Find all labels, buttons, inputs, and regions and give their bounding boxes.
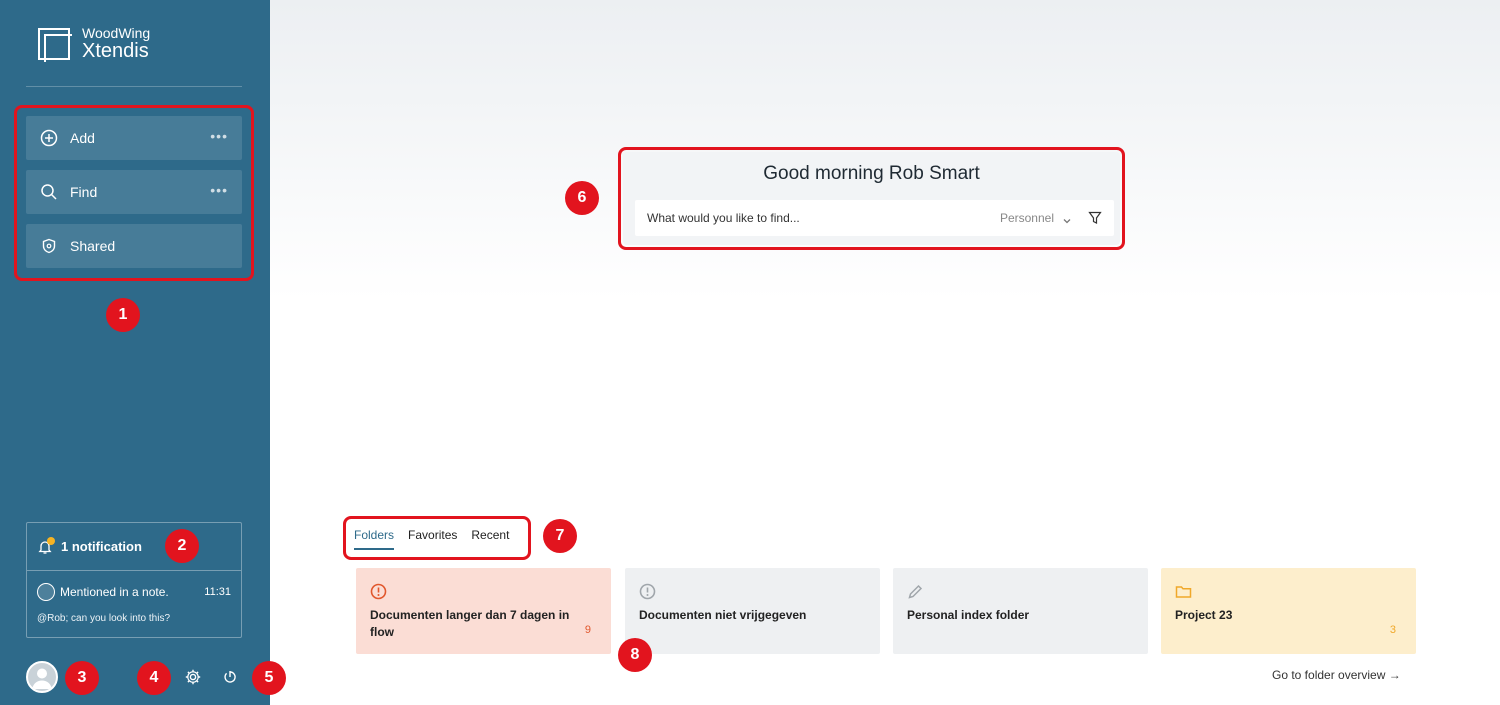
tab-favorites[interactable]: Favorites: [408, 528, 457, 550]
folder-tabs: Folders Favorites Recent: [354, 528, 523, 550]
filter-icon[interactable]: [1088, 211, 1102, 225]
tab-recent[interactable]: Recent: [471, 528, 509, 550]
add-label: Add: [70, 130, 95, 146]
folder-card[interactable]: Documenten langer dan 7 dagen in flow 9: [356, 568, 611, 654]
plus-circle-icon: [40, 129, 58, 147]
tab-folders[interactable]: Folders: [354, 528, 395, 550]
annotation-badge: 1: [106, 298, 140, 332]
search-icon: [40, 183, 58, 201]
alert-circle-icon: [370, 583, 387, 600]
annotation-badge: 3: [65, 661, 99, 695]
notification-time: 11:31: [204, 586, 231, 598]
bell-icon: [37, 536, 55, 555]
annotation-badge: 6: [565, 181, 599, 215]
app-logo: WoodWing Xtendis: [38, 25, 151, 62]
folder-name: Documenten niet vrijgegeven: [639, 608, 807, 622]
annotation-badge: 5: [252, 661, 286, 695]
info-circle-icon: [639, 583, 656, 600]
logo-mark: [38, 27, 72, 62]
shared-label: Shared: [70, 238, 116, 254]
avatar: [37, 583, 55, 601]
notification-panel[interactable]: 1 notification Mentioned in a note. 11:3…: [26, 522, 242, 638]
notification-text: @Rob; can you look into this?: [37, 613, 171, 624]
search-input[interactable]: [635, 211, 1000, 225]
notification-header[interactable]: 1 notification: [27, 523, 241, 571]
folder-count: 9: [584, 624, 591, 636]
notification-item[interactable]: Mentioned in a note. 11:31 @Rob; can you…: [27, 571, 241, 624]
divider: [26, 86, 242, 87]
shared-button[interactable]: Shared: [26, 224, 242, 268]
folder-count: 3: [1389, 624, 1396, 636]
annotation-badge: 4: [137, 661, 171, 695]
notification-title: Mentioned in a note.: [60, 585, 169, 599]
find-button[interactable]: Find •••: [26, 170, 242, 214]
notification-dot: [47, 536, 55, 545]
folder-card[interactable]: Documenten niet vrijgegeven: [625, 568, 880, 654]
annotation-badge: 2: [165, 529, 199, 563]
sidebar: WoodWing Xtendis Add ••• Find ••• Shared…: [0, 0, 270, 705]
add-button[interactable]: Add •••: [26, 116, 242, 160]
find-label: Find: [70, 184, 98, 200]
folder-overview-link[interactable]: Go to folder overview →: [1272, 668, 1401, 682]
folder-card[interactable]: Personal index folder: [893, 568, 1148, 654]
add-more-button[interactable]: •••: [210, 128, 228, 144]
search-scope-select[interactable]: Personnel: [1000, 211, 1054, 225]
folder-name: Personal index folder: [907, 608, 1030, 622]
search-box[interactable]: Personnel: [635, 200, 1114, 236]
folder-icon: [1175, 583, 1192, 600]
notification-count: 1 notification: [61, 539, 142, 554]
search-card: Good morning Rob Smart Personnel: [623, 152, 1120, 245]
greeting: Good morning Rob Smart: [763, 163, 980, 184]
brand-bottom: Xtendis: [82, 40, 149, 62]
user-avatar-button[interactable]: [26, 661, 58, 693]
folder-name: Project 23: [1175, 608, 1233, 622]
find-more-button[interactable]: •••: [210, 182, 228, 198]
chevron-down-icon[interactable]: [1062, 213, 1072, 224]
shield-icon: [40, 237, 58, 255]
pencil-icon: [907, 583, 924, 600]
annotation-badge: 7: [543, 519, 577, 553]
brand-top: WoodWing: [82, 25, 151, 41]
folder-card[interactable]: Project 23 3: [1161, 568, 1416, 654]
annotation-badge: 8: [618, 638, 652, 672]
folder-name: Documenten langer dan 7 dagen in flow: [370, 608, 570, 639]
gear-icon[interactable]: [184, 668, 202, 686]
power-icon[interactable]: [222, 669, 238, 685]
